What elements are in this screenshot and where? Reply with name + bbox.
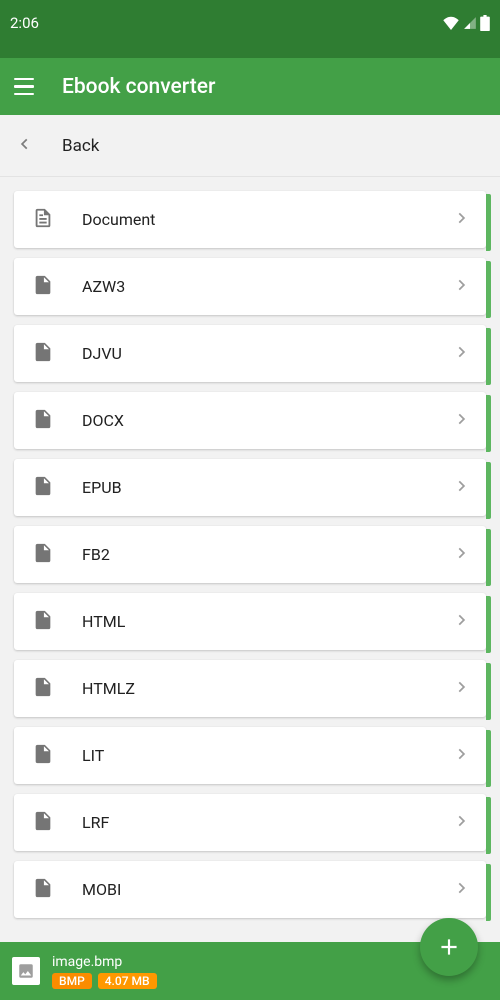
chevron-right-icon [454,478,468,497]
card-accent [486,596,491,653]
format-label: DJVU [82,344,426,363]
card-accent [486,730,491,787]
file-icon [32,810,54,836]
format-label: MOBI [82,880,426,899]
card-accent [486,328,491,385]
format-label: AZW3 [82,277,426,296]
format-label: FB2 [82,545,426,564]
add-button[interactable] [420,918,478,976]
format-label: HTML [82,612,426,631]
file-name: image.bmp [52,954,157,970]
menu-icon[interactable] [14,75,38,99]
chevron-right-icon [454,411,468,430]
chevron-right-icon [454,813,468,832]
status-icons [442,15,490,31]
chevron-right-icon [454,679,468,698]
document-icon [32,207,54,233]
format-item[interactable]: DJVU [14,325,486,382]
card-accent [486,194,491,251]
format-item[interactable]: HTML [14,593,486,650]
format-item[interactable]: MOBI [14,861,486,918]
format-item[interactable]: EPUB [14,459,486,516]
format-item[interactable]: Document [14,191,486,248]
file-badges: BMP 4.07 MB [52,973,157,989]
chevron-right-icon [454,612,468,631]
format-item[interactable]: LRF [14,794,486,851]
file-icon [32,408,54,434]
wifi-icon [442,16,460,30]
chevron-right-icon [454,277,468,296]
format-label: DOCX [82,411,426,430]
file-icon [32,676,54,702]
chevron-right-icon [454,344,468,363]
format-item[interactable]: AZW3 [14,258,486,315]
back-row[interactable]: Back [0,115,500,177]
format-item[interactable]: DOCX [14,392,486,449]
file-icon [32,743,54,769]
chevron-left-icon [18,136,32,155]
format-item[interactable]: FB2 [14,526,486,583]
chevron-right-icon [454,746,468,765]
battery-icon [480,15,490,31]
file-icon [32,609,54,635]
card-accent [486,395,491,452]
image-icon [17,962,35,980]
app-title: Ebook converter [62,75,215,99]
card-accent [486,663,491,720]
format-item[interactable]: LIT [14,727,486,784]
file-icon [32,877,54,903]
card-accent [486,462,491,519]
card-accent [486,864,491,921]
file-icon [32,475,54,501]
chevron-right-icon [454,880,468,899]
plus-icon [436,934,462,960]
format-label: LRF [82,813,426,832]
format-label: Document [82,210,426,229]
file-icon [32,542,54,568]
back-label: Back [62,136,99,156]
status-time: 2:06 [10,14,39,32]
signal-icon [462,16,478,30]
chevron-right-icon [454,545,468,564]
file-icon [32,341,54,367]
format-label: EPUB [82,478,426,497]
status-bar: 2:06 [0,0,500,58]
file-thumbnail [12,957,40,985]
file-ext-badge: BMP [52,973,92,989]
format-list: Document AZW3 DJVU DOCX EPUB FB2 HTML HTMLZ LIT L… [0,177,500,1000]
format-label: HTMLZ [82,679,426,698]
file-icon [32,274,54,300]
card-accent [486,529,491,586]
card-accent [486,261,491,318]
card-accent [486,797,491,854]
chevron-right-icon [454,210,468,229]
app-bar: Ebook converter [0,58,500,115]
format-label: LIT [82,746,426,765]
format-item[interactable]: HTMLZ [14,660,486,717]
file-size-badge: 4.07 MB [98,973,157,989]
file-info: image.bmp BMP 4.07 MB [52,954,157,989]
